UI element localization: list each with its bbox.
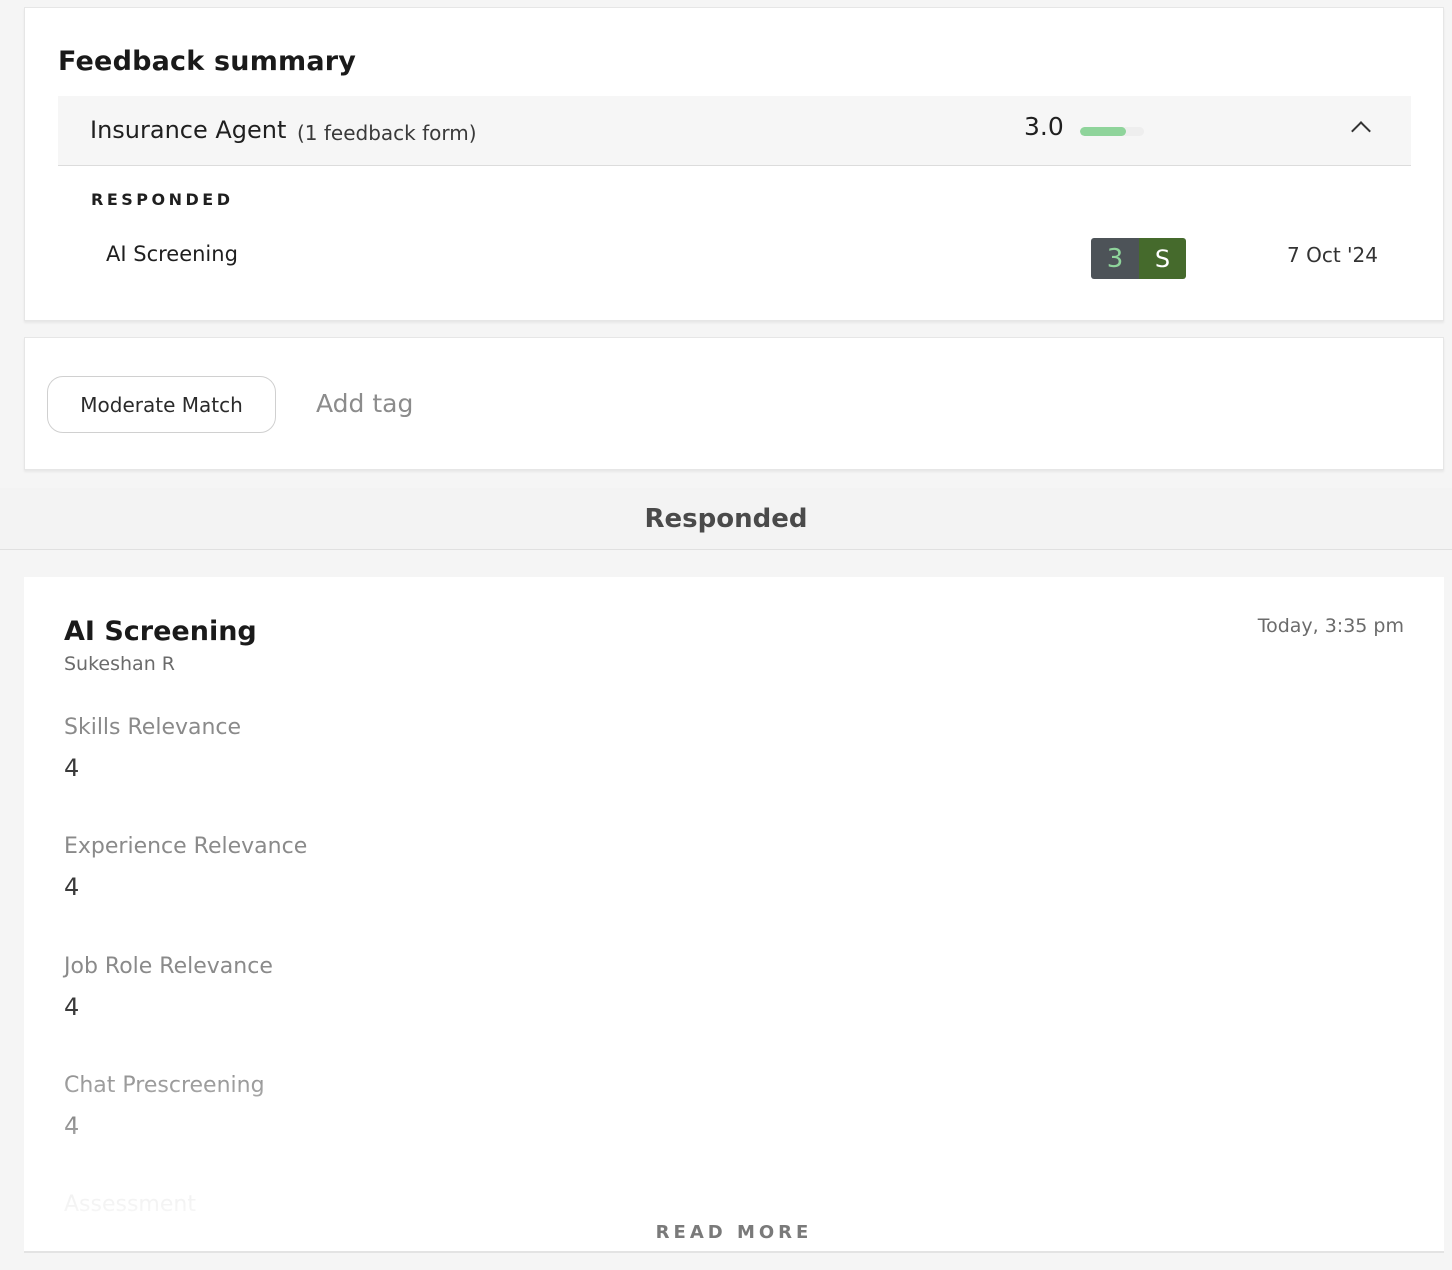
question-list: Skills Relevance 4 Experience Relevance … <box>64 715 307 1253</box>
feedback-row-date: 7 Oct '24 <box>1287 243 1378 267</box>
question-label: Experience Relevance <box>64 834 308 860</box>
feedback-detail-author: Sukeshan R <box>64 653 175 675</box>
chevron-up-icon[interactable] <box>1351 121 1371 141</box>
feedback-group-header[interactable]: Insurance Agent (1 feedback form) 3.0 <box>58 96 1411 166</box>
score-bar-fill <box>1080 127 1127 136</box>
feedback-row-name[interactable]: AI Screening <box>106 242 238 266</box>
feedback-summary-card: Feedback summary Insurance Agent (1 feed… <box>24 7 1444 321</box>
question-value: 4 <box>64 754 80 782</box>
tags-card: Moderate Match Add tag <box>24 337 1444 470</box>
feedback-group-count: (1 feedback form) <box>297 121 477 145</box>
question-label: Assessment <box>64 1192 196 1218</box>
question-value: 4 <box>64 1111 80 1140</box>
question-value: 4 <box>64 873 80 902</box>
feedback-group-name: Insurance Agent <box>90 116 287 144</box>
question-item: Experience Relevance 4 <box>64 834 307 953</box>
feedback-summary-title: Feedback summary <box>58 46 357 77</box>
feedback-detail-card: AI Screening Sukeshan R Today, 3:35 pm S… <box>24 577 1444 1253</box>
read-more-button[interactable]: READ MORE <box>24 1222 1444 1243</box>
responded-section-title: Responded <box>644 503 808 534</box>
divider <box>24 1251 1444 1253</box>
question-label: Job Role Relevance <box>64 953 273 979</box>
feedback-detail-title: AI Screening <box>64 616 257 647</box>
rating-value: 3 <box>1091 238 1139 279</box>
score-bar <box>1080 127 1144 136</box>
question-value: 4 <box>64 992 80 1021</box>
add-tag-input[interactable]: Add tag <box>316 389 413 418</box>
tag-chip[interactable]: Moderate Match <box>47 376 276 433</box>
question-item: Skills Relevance 4 <box>64 715 307 834</box>
question-label: Skills Relevance <box>64 715 242 740</box>
question-item: Chat Prescreening 4 <box>64 1073 307 1192</box>
responded-section-label: RESPONDED <box>91 190 234 209</box>
question-label: Chat Prescreening <box>64 1072 265 1098</box>
reviewer-initial-avatar: S <box>1139 238 1186 279</box>
feedback-group-score: 3.0 <box>1024 112 1064 141</box>
rating-badge: 3 S <box>1091 238 1186 279</box>
responded-section-header: Responded <box>0 488 1452 550</box>
feedback-detail-timestamp: Today, 3:35 pm <box>1257 615 1404 637</box>
question-item: Job Role Relevance 4 <box>64 954 307 1073</box>
